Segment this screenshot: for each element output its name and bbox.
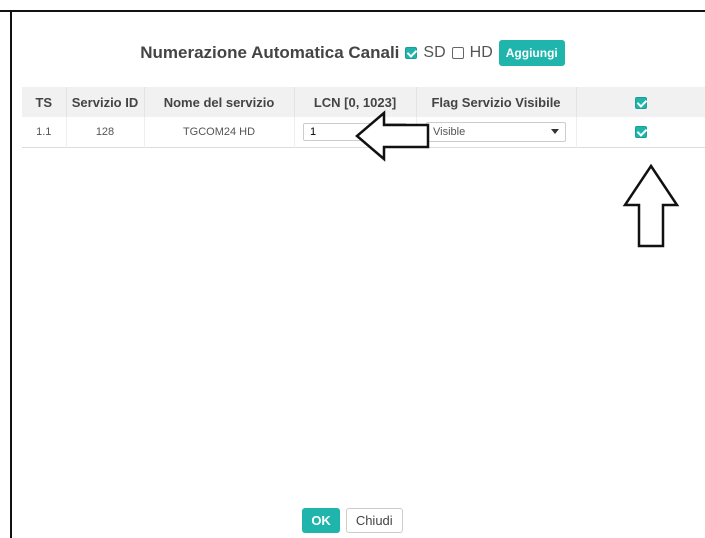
row-checkbox[interactable] (634, 125, 647, 138)
dialog-title: Numerazione Automatica Canali (140, 43, 400, 62)
ok-button[interactable]: OK (302, 508, 340, 533)
dialog-header: Numerazione Automatica Canali SD HD Aggi… (0, 40, 705, 66)
cell-service-id: 128 (66, 117, 145, 147)
dialog-footer: OK Chiudi (0, 508, 705, 533)
cell-visibility: Visible (416, 117, 577, 147)
hd-checkbox[interactable] (451, 47, 464, 59)
select-all-checkbox[interactable] (634, 97, 647, 110)
col-service-id: Servizio ID (66, 87, 145, 117)
sd-label: SD (423, 44, 446, 61)
col-service-name: Nome del servizio (144, 87, 295, 117)
sd-checkbox[interactable] (405, 47, 418, 59)
col-ts: TS (22, 87, 67, 117)
col-select-all (576, 87, 705, 117)
screen-frame-top (0, 10, 705, 12)
hd-label: HD (469, 44, 493, 61)
close-button[interactable]: Chiudi (345, 508, 403, 533)
add-button[interactable]: Aggiungi (498, 40, 565, 66)
up-arrow-icon (622, 163, 680, 248)
left-arrow-icon (355, 110, 430, 162)
visibility-select[interactable]: Visible (426, 121, 566, 142)
chevron-down-icon (551, 129, 559, 135)
cell-row-check (576, 117, 705, 147)
col-visible-flag: Flag Servizio Visibile (416, 87, 577, 117)
screen-frame-left (10, 10, 12, 538)
cell-service-name: TGCOM24 HD (144, 117, 295, 147)
visibility-value: Visible (433, 125, 466, 138)
cell-ts: 1.1 (22, 117, 67, 147)
